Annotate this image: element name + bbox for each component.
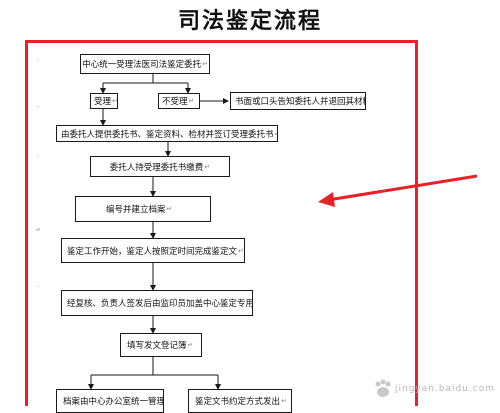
baidu-paw-icon [375,379,391,397]
red-pointer-arrow-icon [318,174,478,207]
watermark-text: jingyan.baidu.com [395,384,496,394]
